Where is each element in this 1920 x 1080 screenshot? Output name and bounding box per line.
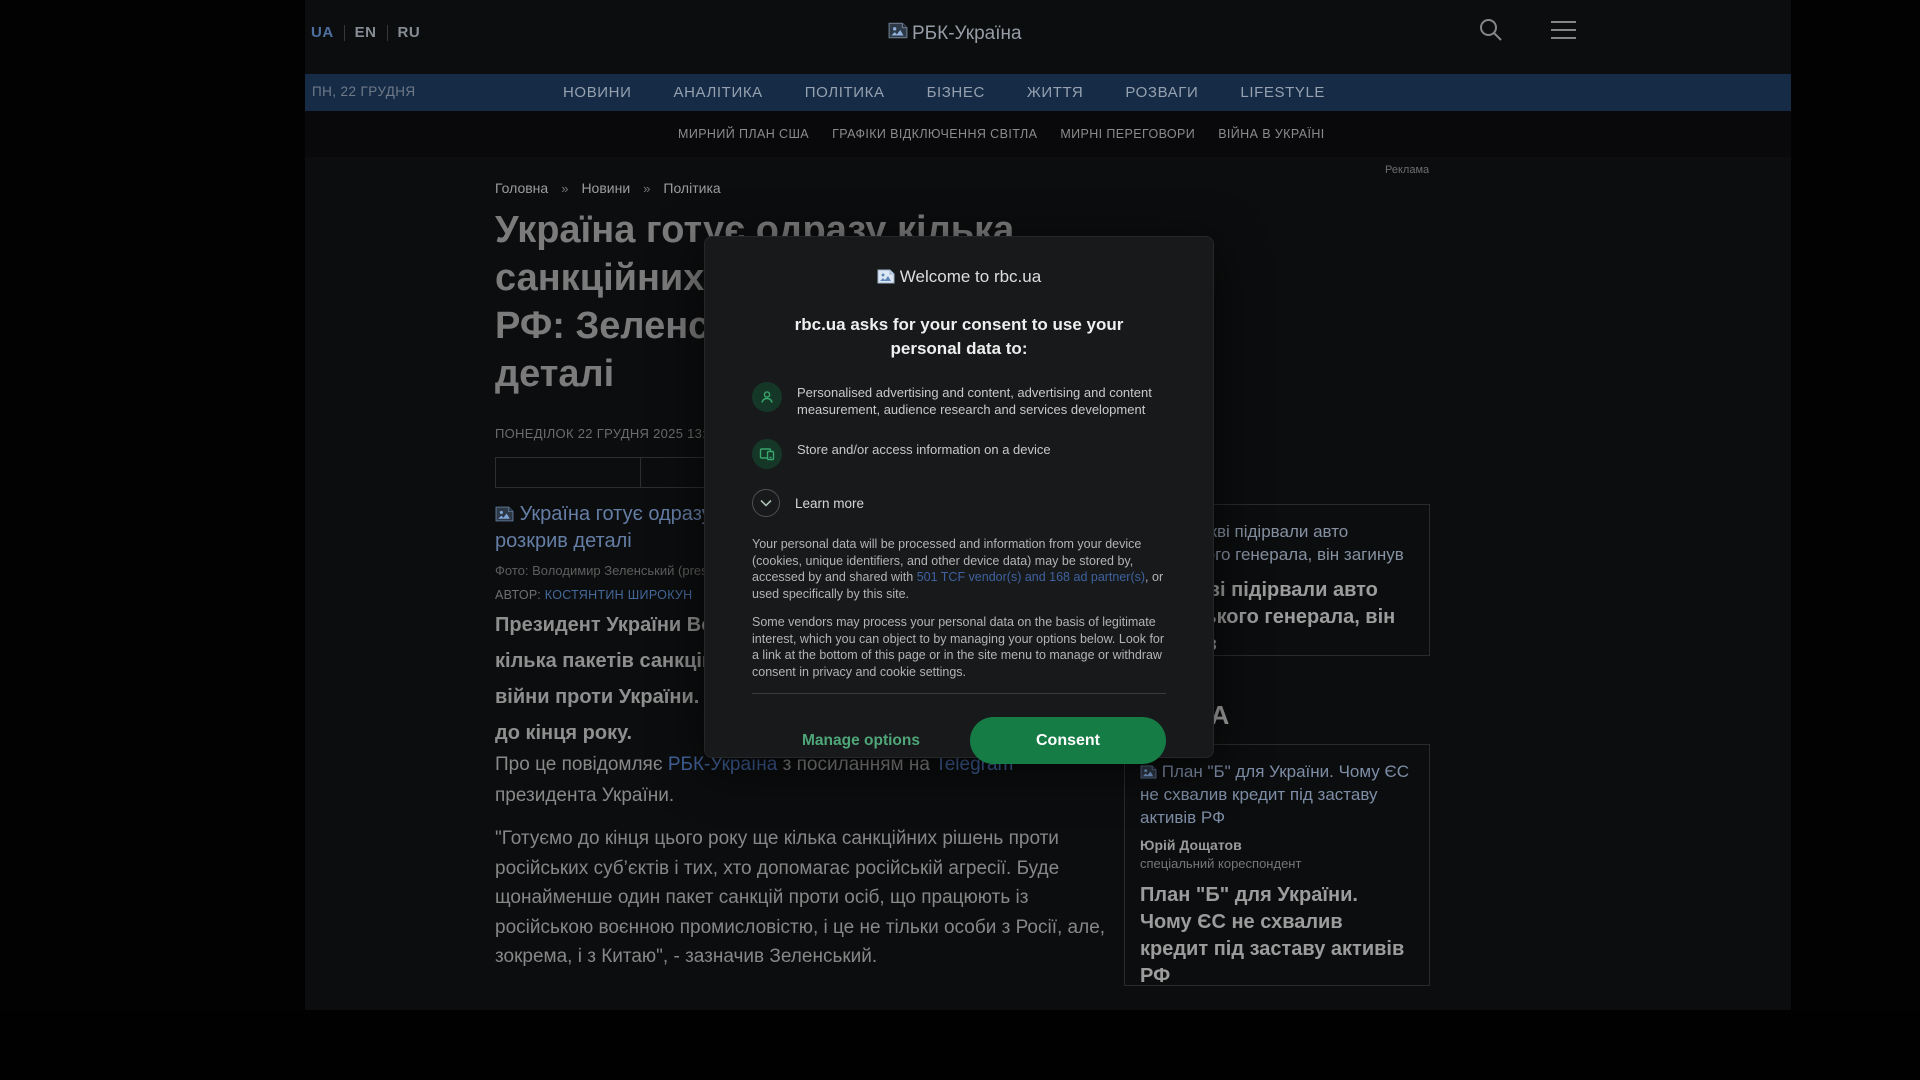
nav-item-rozvahy[interactable]: РОЗВАГИ <box>1125 84 1198 101</box>
nav-date: ПН, 22 ГРУДНЯ <box>312 84 416 99</box>
topic-power-outages[interactable]: ГРАФІКИ ВІДКЛЮЧЕННЯ СВІТЛА <box>832 127 1037 141</box>
lang-ru[interactable]: RU <box>398 24 421 41</box>
card-author-name: Юрій Дощатов <box>1140 837 1242 853</box>
top-bar: UA EN RU РБК-Україна <box>305 0 1791 74</box>
purpose-text: Personalised advertising and content, ad… <box>797 385 1152 417</box>
divider <box>752 693 1166 694</box>
article-quote-paragraph: "Готуємо до кінця цього року ще кілька с… <box>495 828 1106 967</box>
ad-personalization-icon <box>752 382 782 412</box>
manage-options-button[interactable]: Manage options <box>752 732 970 750</box>
breadcrumb-separator: » <box>643 180 651 196</box>
topic-war-in-ukraine[interactable]: ВІЙНА В УКРАЇНІ <box>1218 127 1324 141</box>
broken-image-icon <box>1140 762 1157 781</box>
consent-dialog: Welcome to rbc.ua rbc.ua asks for your c… <box>704 236 1214 764</box>
logo-alt-text: РБК-Україна <box>912 22 1022 44</box>
breadcrumb-separator: » <box>561 180 569 196</box>
divider <box>343 24 345 41</box>
purpose-row: Store and/or access information on a dev… <box>752 439 1166 469</box>
card-title[interactable]: План "Б" для України. Чому ЄС не схвалив… <box>1140 882 1414 990</box>
breadcrumb: Головна » Новини » Політика <box>495 180 721 196</box>
card-author-role: спеціальний кореспондент <box>1140 856 1302 871</box>
nav-item-lifestyle[interactable]: LIFESTYLE <box>1240 84 1325 101</box>
nav-item-biznes[interactable]: БІЗНЕС <box>927 84 985 101</box>
card-alt-text: План "Б" для України. Чому ЄС не схвалив… <box>1140 762 1409 827</box>
device-storage-icon <box>752 439 782 469</box>
chevron-down-icon <box>752 489 780 517</box>
consent-body-paragraph: Your personal data will be processed and… <box>752 537 1164 601</box>
nav-item-zhyttia[interactable]: ЖИТТЯ <box>1027 84 1083 101</box>
broken-image-icon <box>888 22 908 45</box>
purpose-row: Personalised advertising and content, ad… <box>752 382 1166 418</box>
purpose-text: Store and/or access information on a dev… <box>797 442 1051 457</box>
nav-item-polityka[interactable]: ПОЛІТИКА <box>805 84 885 101</box>
main-nav: ПН, 22 ГРУДНЯ НОВИНИ АНАЛІТИКА ПОЛІТИКА … <box>305 74 1791 111</box>
search-icon[interactable] <box>1477 16 1504 48</box>
breadcrumb-home[interactable]: Головна <box>495 180 548 196</box>
topics-bar: МИРНИЙ ПЛАН США ГРАФІКИ ВІДКЛЮЧЕННЯ СВІТ… <box>305 111 1791 157</box>
top-actions <box>1477 16 1577 48</box>
welcome-text: Welcome to rbc.ua <box>899 267 1042 286</box>
lang-ua[interactable]: UA <box>311 24 334 41</box>
learn-more-toggle[interactable]: Learn more <box>752 489 1166 517</box>
breadcrumb-news[interactable]: Новини <box>581 180 630 196</box>
broken-image-icon <box>495 503 514 525</box>
consent-body-paragraph: Some vendors may process your personal d… <box>752 615 1165 679</box>
topic-peace-plan[interactable]: МИРНИЙ ПЛАН США <box>678 127 809 141</box>
language-switcher: UA EN RU <box>311 24 420 41</box>
nav-item-analityka[interactable]: АНАЛІТИКА <box>674 84 763 101</box>
tcf-vendors-link[interactable]: 501 TCF vendor(s) and 168 ad partner(s) <box>917 570 1145 584</box>
topic-peace-talks[interactable]: МИРНІ ПЕРЕГОВОРИ <box>1060 127 1195 141</box>
article-datetime: ПОНЕДІЛОК 22 ГРУДНЯ 2025 13:23 <box>495 426 722 441</box>
consent-buttons: Manage options Consent <box>752 717 1166 764</box>
nav-item-novyny[interactable]: НОВИНИ <box>563 84 632 101</box>
consent-welcome: Welcome to rbc.ua <box>752 267 1166 287</box>
broken-image-icon <box>877 267 895 287</box>
nav-items: НОВИНИ АНАЛІТИКА ПОЛІТИКА БІЗНЕС ЖИТТЯ Р… <box>563 84 1325 101</box>
breadcrumb-politics[interactable]: Політика <box>663 180 720 196</box>
learn-more-label: Learn more <box>795 495 865 511</box>
author-link[interactable]: КОСТЯНТИН ШИРОКУН <box>545 588 693 602</box>
share-button[interactable] <box>495 457 641 488</box>
lang-en[interactable]: EN <box>355 24 377 41</box>
consent-heading: rbc.ua asks for your consent to use your… <box>794 315 1124 358</box>
menu-icon[interactable] <box>1550 20 1577 45</box>
site-logo[interactable]: РБК-Україна <box>888 22 1022 45</box>
footer-band <box>0 1010 1920 1080</box>
author-label: АВТОР: <box>495 588 541 602</box>
sidebar-card-analytics[interactable]: План "Б" для України. Чому ЄС не схвалив… <box>1124 744 1430 987</box>
topics-items: МИРНИЙ ПЛАН США ГРАФІКИ ВІДКЛЮЧЕННЯ СВІТ… <box>678 127 1325 141</box>
divider <box>386 24 388 41</box>
ad-label: Реклама <box>1385 164 1430 176</box>
consent-button[interactable]: Consent <box>970 717 1166 764</box>
